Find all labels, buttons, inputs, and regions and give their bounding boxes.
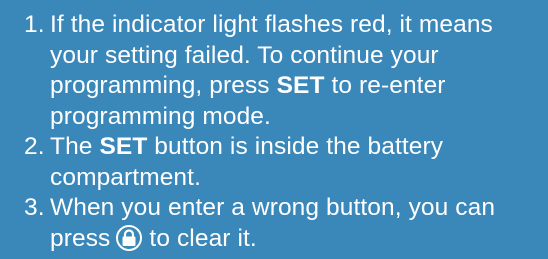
list-item: 3. When you enter a wrong button, you ca… — [24, 193, 530, 254]
list-item: 2. The SET button is inside the battery … — [24, 132, 530, 193]
item-number: 2. — [24, 133, 45, 160]
text-fragment: to re-enter — [324, 72, 446, 99]
item-text-line: your setting failed. To continue your — [50, 41, 439, 69]
text-fragment: to clear it. — [149, 224, 257, 252]
lock-button-icon — [116, 224, 143, 251]
text-fragment: programming, press — [50, 72, 277, 99]
item-text-line: press to clear it. — [50, 224, 530, 255]
set-keyword: SET — [99, 133, 148, 160]
instruction-notes: 1. If the indicator light flashes red, i… — [0, 0, 548, 259]
instruction-list: 1. If the indicator light flashes red, i… — [24, 10, 530, 254]
item-text-line: When you enter a wrong button, you can — [50, 194, 496, 221]
text-fragment: The — [50, 133, 100, 160]
lock-glyph — [122, 228, 136, 246]
item-text-line: compartment. — [50, 163, 201, 191]
item-text-line: programming mode. — [50, 102, 271, 130]
set-keyword: SET — [276, 72, 325, 99]
text-fragment: press — [50, 224, 111, 252]
text-fragment: button is inside the battery — [147, 133, 444, 160]
item-number: 1. — [24, 11, 45, 38]
item-text-line: The SET button is inside the battery — [50, 132, 530, 163]
item-text-line: programming, press SET to re-enter — [50, 71, 530, 102]
list-item: 1. If the indicator light flashes red, i… — [24, 10, 530, 132]
item-number: 3. — [24, 194, 45, 221]
item-text-line: If the indicator light flashes red, it m… — [50, 11, 493, 38]
